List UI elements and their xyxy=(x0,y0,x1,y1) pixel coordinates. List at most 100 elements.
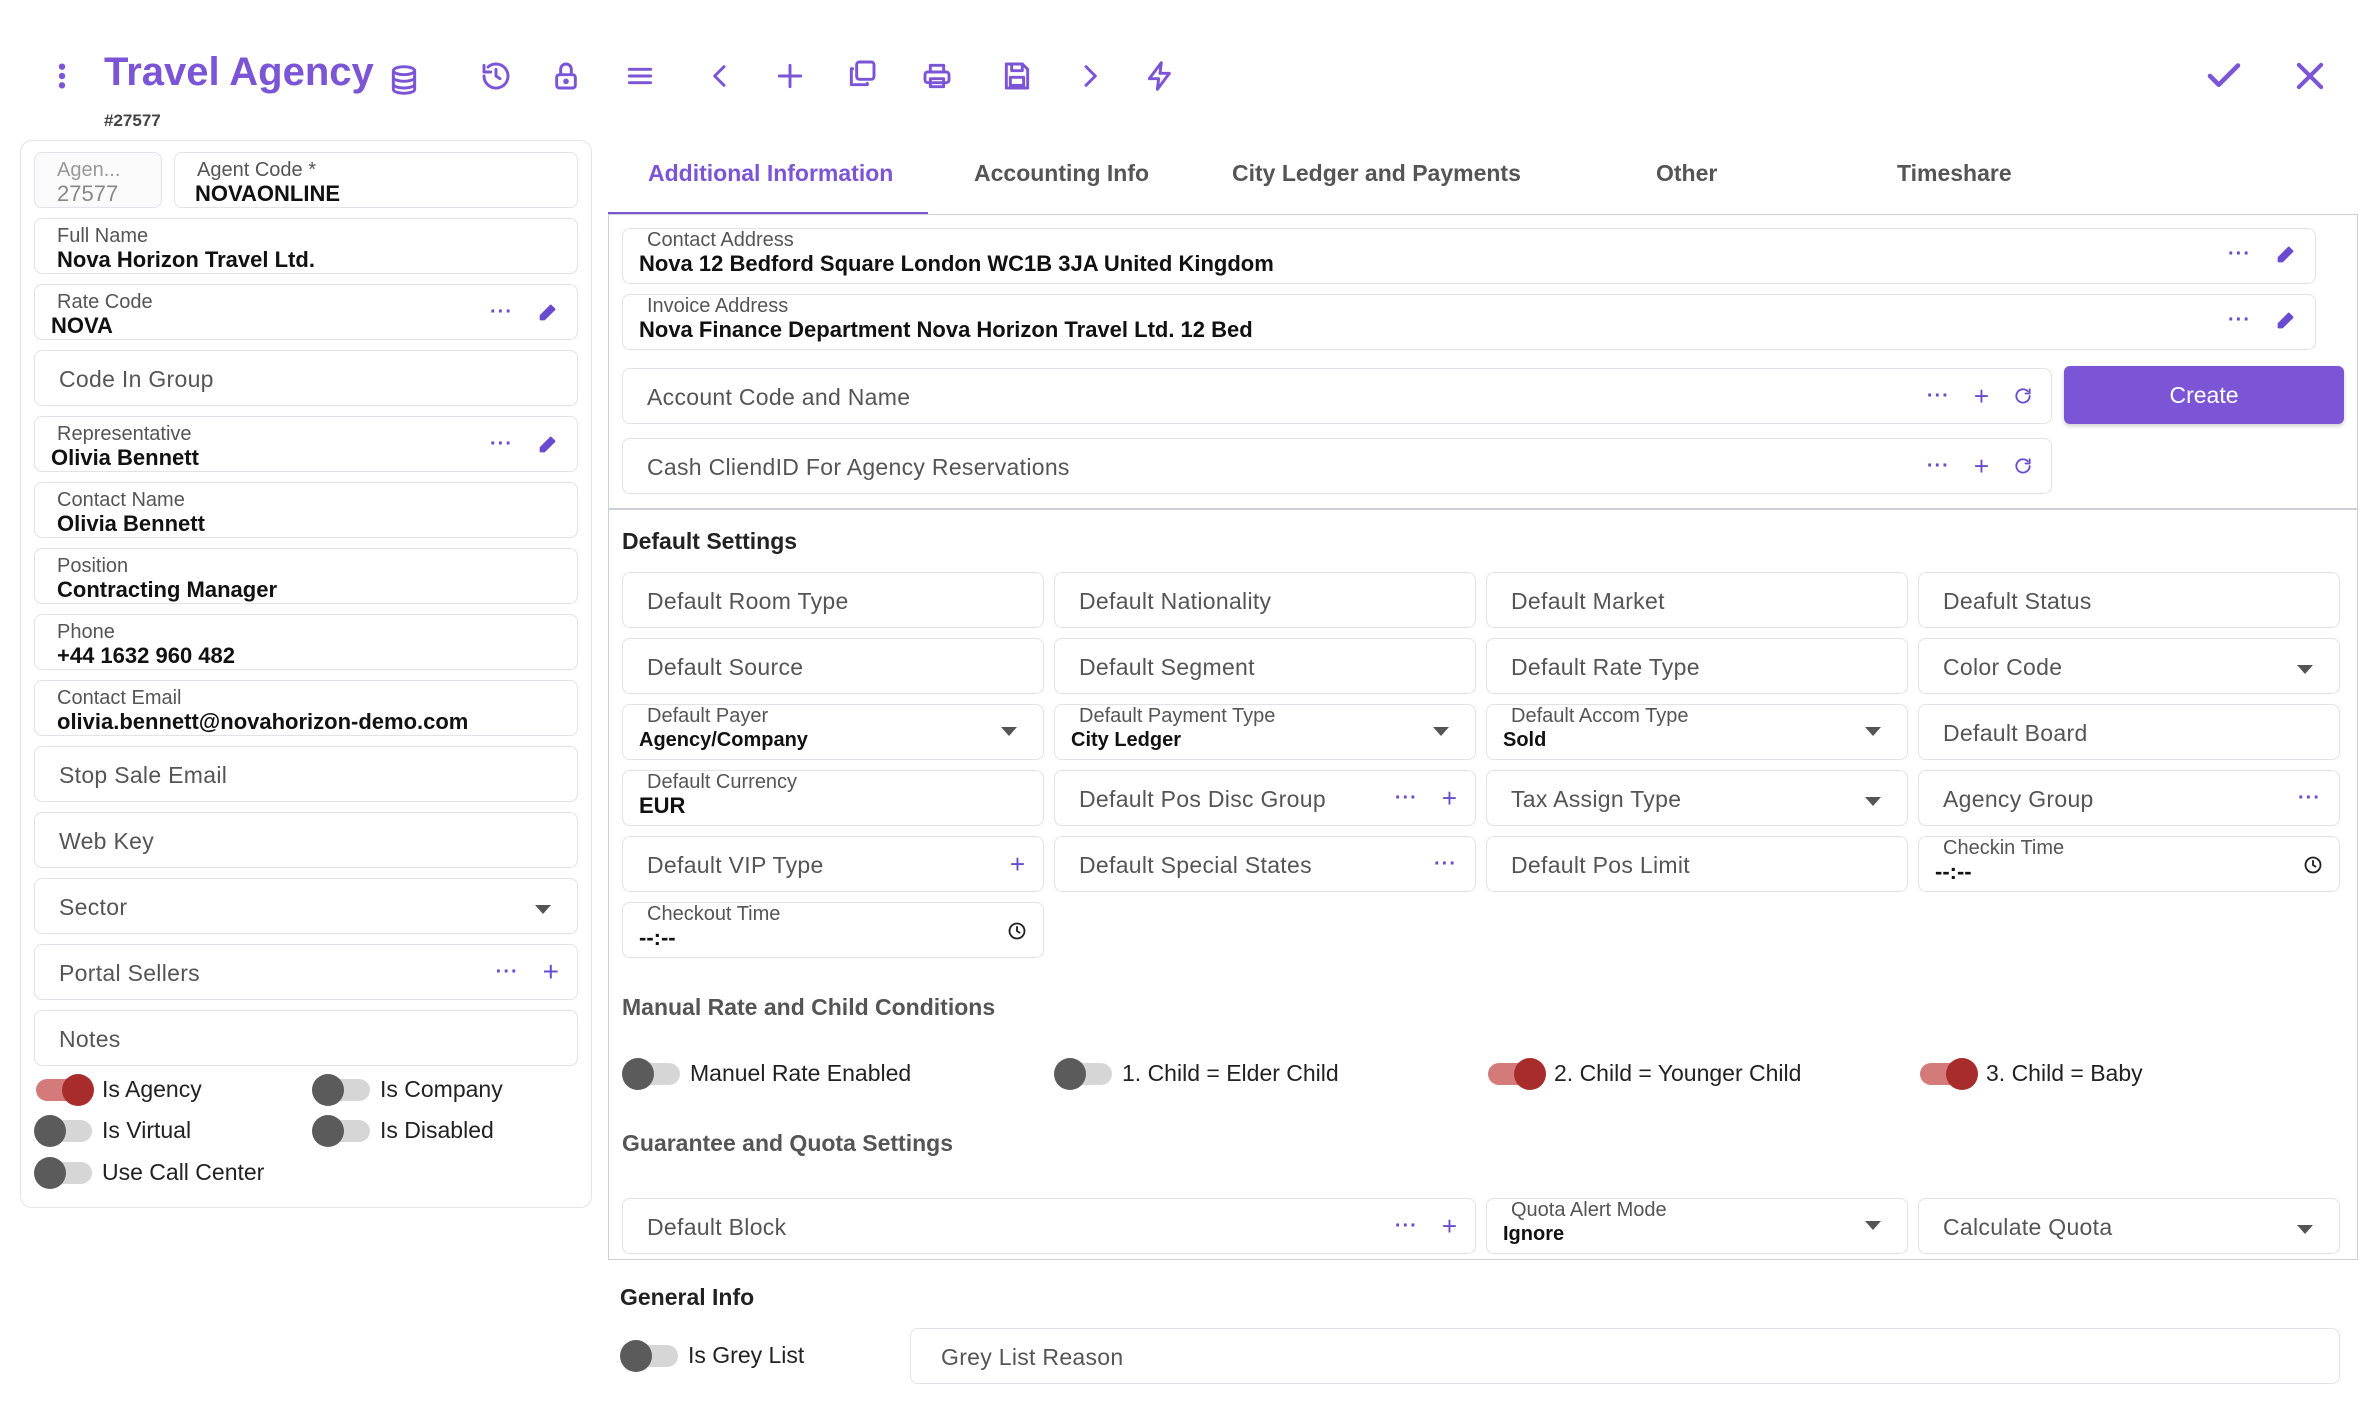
default-board-field[interactable]: Default Board xyxy=(1918,704,2340,760)
lookup-icon[interactable]: ··· xyxy=(1395,1213,1418,1239)
lookup-icon[interactable]: ··· xyxy=(2298,785,2321,811)
manuel-rate-enabled-toggle[interactable]: Manuel Rate Enabled xyxy=(622,1057,911,1090)
plus-icon[interactable]: + xyxy=(1442,1213,1457,1239)
contact-address-field[interactable]: Contact Address Nova 12 Bedford Square L… xyxy=(622,228,2316,284)
lookup-icon[interactable]: ··· xyxy=(1927,453,1950,479)
default-accom-type-select[interactable]: Default Accom Type Sold xyxy=(1486,704,1908,760)
edit-icon[interactable] xyxy=(537,301,559,323)
refresh-icon[interactable] xyxy=(2013,456,2033,476)
edit-icon[interactable] xyxy=(537,433,559,455)
lookup-icon[interactable]: ··· xyxy=(1434,851,1457,877)
default-payment-type-select[interactable]: Default Payment Type City Ledger xyxy=(1054,704,1476,760)
invoice-address-field[interactable]: Invoice Address Nova Finance Department … xyxy=(622,294,2316,350)
lookup-icon[interactable]: ··· xyxy=(2228,307,2251,333)
default-vip-type-field[interactable]: Default VIP Type + xyxy=(622,836,1044,892)
database-icon[interactable] xyxy=(384,60,424,100)
child2-younger-toggle[interactable]: 2. Child = Younger Child xyxy=(1488,1057,1801,1090)
agent-code-field[interactable]: Agent Code * NOVAONLINE xyxy=(174,152,578,208)
plus-icon[interactable]: + xyxy=(1010,851,1025,877)
cash-client-field[interactable]: Cash CliendID For Agency Reservations ··… xyxy=(622,438,2052,494)
is-company-toggle[interactable]: Is Company xyxy=(312,1073,503,1106)
tab-other[interactable]: Other xyxy=(1656,160,1717,187)
default-payer-select[interactable]: Default Payer Agency/Company xyxy=(622,704,1044,760)
print-icon[interactable] xyxy=(917,56,957,96)
lookup-icon[interactable]: ··· xyxy=(496,959,519,985)
position-field[interactable]: Position Contracting Manager xyxy=(34,548,578,604)
menu-icon[interactable] xyxy=(620,56,660,96)
lookup-icon[interactable]: ··· xyxy=(1395,785,1418,811)
more-vert-icon[interactable] xyxy=(42,56,82,96)
calculate-quota-select[interactable]: Calculate Quota xyxy=(1918,1198,2340,1254)
phone-field[interactable]: Phone +44 1632 960 482 xyxy=(34,614,578,670)
stop-sale-email-field[interactable]: Stop Sale Email xyxy=(34,746,578,802)
default-currency-value: EUR xyxy=(639,793,686,818)
default-currency-field[interactable]: Default Currency EUR xyxy=(622,770,1044,826)
is-grey-list-toggle[interactable]: Is Grey List xyxy=(620,1339,804,1372)
agency-group-field[interactable]: Agency Group ··· xyxy=(1918,770,2340,826)
default-rate-type-field[interactable]: Default Rate Type xyxy=(1486,638,1908,694)
tax-assign-type-select[interactable]: Tax Assign Type xyxy=(1486,770,1908,826)
is-disabled-toggle[interactable]: Is Disabled xyxy=(312,1114,494,1147)
lightning-icon[interactable] xyxy=(1140,56,1180,96)
tab-timeshare[interactable]: Timeshare xyxy=(1897,160,2012,187)
checkin-time-field[interactable]: Checkin Time --:-- xyxy=(1918,836,2340,892)
rate-code-field[interactable]: Rate Code NOVA ··· xyxy=(34,284,578,340)
save-icon[interactable] xyxy=(997,56,1037,96)
clock-icon[interactable] xyxy=(1007,921,1027,941)
is-virtual-toggle[interactable]: Is Virtual xyxy=(34,1114,191,1147)
sector-select[interactable]: Sector xyxy=(34,878,578,934)
close-icon[interactable] xyxy=(2286,52,2334,100)
tab-accounting-info[interactable]: Accounting Info xyxy=(974,160,1149,187)
edit-icon[interactable] xyxy=(2275,309,2297,331)
default-block-field[interactable]: Default Block ··· + xyxy=(622,1198,1476,1254)
check-icon[interactable] xyxy=(2200,52,2248,100)
full-name-field[interactable]: Full Name Nova Horizon Travel Ltd. xyxy=(34,218,578,274)
lookup-icon[interactable]: ··· xyxy=(1927,383,1950,409)
chevron-left-icon[interactable] xyxy=(700,56,740,96)
plus-icon[interactable]: + xyxy=(1974,383,1989,409)
default-room-type-field[interactable]: Default Room Type xyxy=(622,572,1044,628)
lock-icon[interactable] xyxy=(546,56,586,96)
chevron-right-icon[interactable] xyxy=(1070,56,1110,96)
default-payment-type-label: Default Payment Type xyxy=(1079,705,1276,727)
grey-list-reason-field[interactable]: Grey List Reason xyxy=(910,1328,2340,1384)
tab-additional-information[interactable]: Additional Information xyxy=(648,160,893,187)
refresh-icon[interactable] xyxy=(2013,386,2033,406)
child3-baby-toggle[interactable]: 3. Child = Baby xyxy=(1920,1057,2143,1090)
default-market-field[interactable]: Default Market xyxy=(1486,572,1908,628)
tab-city-ledger-payments[interactable]: City Ledger and Payments xyxy=(1232,160,1521,187)
plus-icon[interactable]: + xyxy=(543,958,559,986)
quota-alert-mode-select[interactable]: Quota Alert Mode Ignore xyxy=(1486,1198,1908,1254)
plus-icon[interactable] xyxy=(770,56,810,96)
contact-email-field[interactable]: Contact Email olivia.bennett@novahorizon… xyxy=(34,680,578,736)
use-call-center-toggle[interactable]: Use Call Center xyxy=(34,1156,264,1189)
web-key-field[interactable]: Web Key xyxy=(34,812,578,868)
default-nationality-field[interactable]: Default Nationality xyxy=(1054,572,1476,628)
checkout-time-field[interactable]: Checkout Time --:-- xyxy=(622,902,1044,958)
representative-field[interactable]: Representative Olivia Bennett ··· xyxy=(34,416,578,472)
clock-icon[interactable] xyxy=(2303,855,2323,875)
plus-icon[interactable]: + xyxy=(1442,785,1457,811)
default-pos-limit-field[interactable]: Default Pos Limit xyxy=(1486,836,1908,892)
default-pos-disc-group-field[interactable]: Default Pos Disc Group ··· + xyxy=(1054,770,1476,826)
is-agency-toggle[interactable]: Is Agency xyxy=(36,1073,202,1106)
account-code-field[interactable]: Account Code and Name ··· + xyxy=(622,368,2052,424)
color-code-select[interactable]: Color Code xyxy=(1918,638,2340,694)
child1-elder-toggle[interactable]: 1. Child = Elder Child xyxy=(1054,1057,1339,1090)
default-status-field[interactable]: Deafult Status xyxy=(1918,572,2340,628)
copy-icon[interactable] xyxy=(842,54,882,94)
default-source-field[interactable]: Default Source xyxy=(622,638,1044,694)
code-in-group-field[interactable]: Code In Group xyxy=(34,350,578,406)
edit-icon[interactable] xyxy=(2275,243,2297,265)
default-segment-field[interactable]: Default Segment xyxy=(1054,638,1476,694)
lookup-icon[interactable]: ··· xyxy=(490,299,513,325)
lookup-icon[interactable]: ··· xyxy=(490,431,513,457)
notes-field[interactable]: Notes xyxy=(34,1010,578,1066)
create-button[interactable]: Create xyxy=(2064,366,2344,424)
lookup-icon[interactable]: ··· xyxy=(2228,241,2251,267)
plus-icon[interactable]: + xyxy=(1974,453,1989,479)
default-special-states-field[interactable]: Default Special States ··· xyxy=(1054,836,1476,892)
contact-name-field[interactable]: Contact Name Olivia Bennett xyxy=(34,482,578,538)
history-icon[interactable] xyxy=(476,56,516,96)
portal-sellers-field[interactable]: Portal Sellers ··· + xyxy=(34,944,578,1000)
